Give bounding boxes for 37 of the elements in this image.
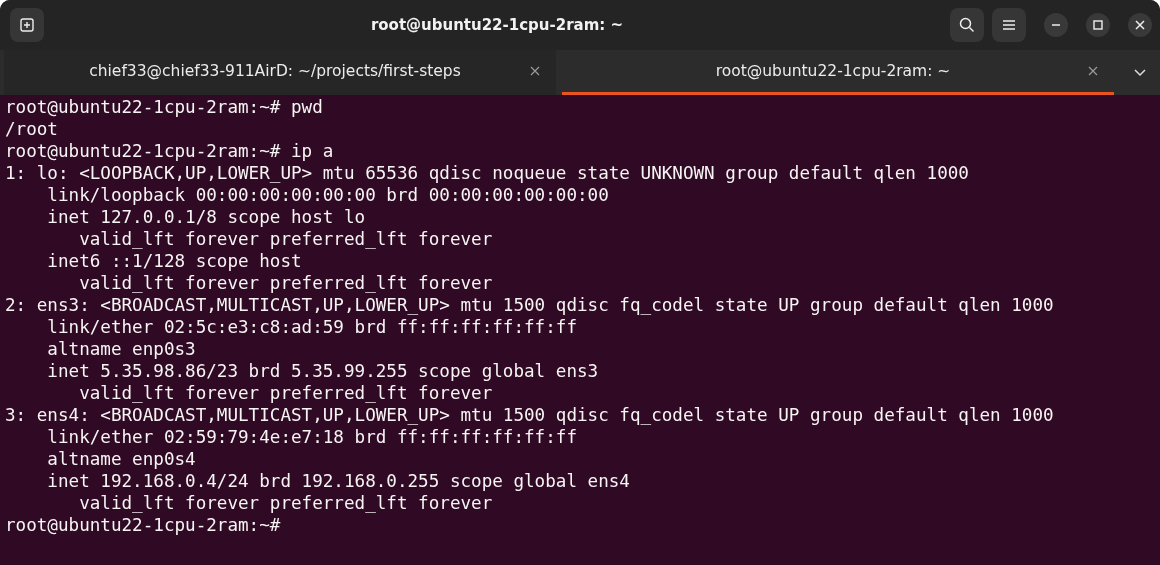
terminal-line: valid_lft forever preferred_lft forever	[78, 492, 493, 514]
terminal-line: link/loopback 00:00:00:00:00:00 brd 00:00:00:00:00:00	[46, 184, 609, 206]
terminal-line: inet6 ::1/128 scope host	[46, 250, 302, 272]
minimize-button[interactable]	[1044, 13, 1068, 37]
new-tab-button[interactable]	[10, 8, 44, 42]
close-tab-icon[interactable]	[1088, 66, 1098, 76]
terminal-line: inet 192.168.0.4/24 brd 192.168.0.255 scope global ens4	[46, 470, 630, 492]
terminal-line: valid_lft forever preferred_lft forever	[78, 382, 493, 404]
menu-button[interactable]	[992, 8, 1026, 42]
chevron-down-icon	[1134, 68, 1146, 77]
terminal-line: root@ubuntu22-1cpu-2ram:~#	[5, 514, 281, 536]
close-icon	[1135, 20, 1145, 30]
search-icon	[959, 17, 975, 33]
plus-icon	[20, 18, 34, 32]
tab[interactable]: chief33@chief33-911AirD: ~/projects/first-steps	[4, 50, 556, 95]
terminal-line: inet 127.0.0.1/8 scope host lo	[46, 206, 366, 228]
maximize-icon	[1093, 20, 1103, 30]
menu-icon	[1003, 20, 1015, 30]
terminal-line: link/ether 02:5c:e3:c8:ad:59 brd ff:ff:ff:ff:ff:ff	[46, 316, 577, 338]
terminal-line: valid_lft forever preferred_lft forever	[78, 272, 493, 294]
window-title: root@ubuntu22-1cpu-2ram: ~	[369, 16, 625, 34]
terminal-line: /root	[5, 118, 58, 140]
terminal-line: altname enp0s3	[46, 338, 196, 360]
close-tab-icon[interactable]	[530, 66, 540, 76]
search-button[interactable]	[950, 8, 984, 42]
terminal-line: root@ubuntu22-1cpu-2ram:~# pwd	[5, 96, 323, 118]
terminal-line: valid_lft forever preferred_lft forever	[78, 228, 493, 250]
close-button[interactable]	[1128, 13, 1152, 37]
terminal-line: link/ether 02:59:79:4e:e7:18 brd ff:ff:ff:ff:ff:ff	[46, 426, 577, 448]
terminal-line: root@ubuntu22-1cpu-2ram:~# ip a	[5, 140, 334, 162]
terminal-line: inet 5.35.98.86/23 brd 5.35.99.255 scope global ens3	[46, 360, 599, 382]
terminal-line: 1: lo: <LOOPBACK,UP,LOWER_UP> mtu 65536 qdisc noqueue state UNKNOWN group default qlen 1000	[5, 162, 969, 184]
maximize-button[interactable]	[1086, 13, 1110, 37]
terminal-line: 2: ens3: <BROADCAST,MULTICAST,UP,LOWER_UP> mtu 1500 qdisc fq_codel state UP group default qlen 1000	[5, 294, 1054, 316]
minimize-icon	[1052, 24, 1060, 26]
terminal-line: 3: ens4: <BROADCAST,MULTICAST,UP,LOWER_UP> mtu 1500 qdisc fq_codel state UP group default qlen 1000	[5, 404, 1054, 426]
terminal-line: altname enp0s4	[46, 448, 196, 470]
